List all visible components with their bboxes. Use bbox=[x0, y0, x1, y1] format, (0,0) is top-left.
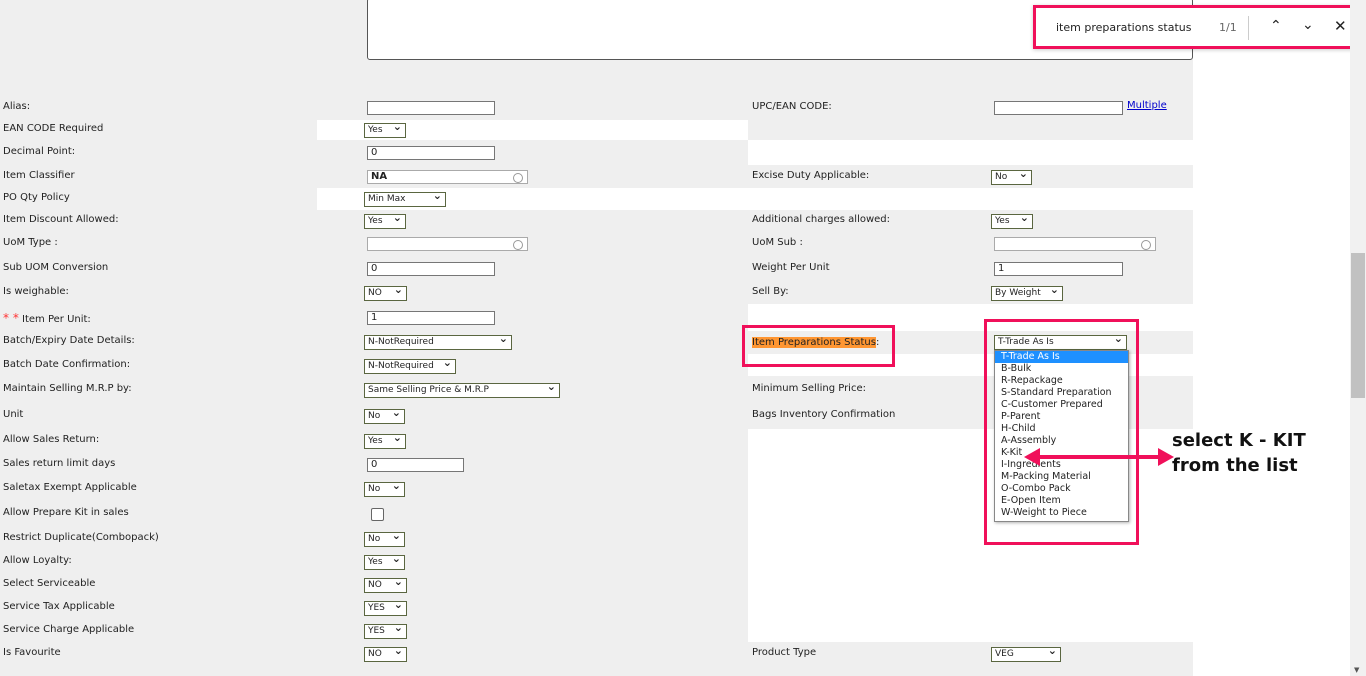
field-label: Unit bbox=[3, 409, 24, 420]
field-label: UPC/EAN CODE: bbox=[752, 101, 832, 112]
field-label: Alias: bbox=[3, 101, 31, 112]
select-dropdown[interactable]: Yes bbox=[364, 120, 406, 138]
select-dropdown[interactable]: Yes bbox=[364, 431, 406, 449]
field-label: Batch Date Confirmation: bbox=[3, 359, 131, 370]
next-match-icon[interactable]: ⌄ bbox=[1302, 17, 1314, 33]
lookup-input[interactable]: NA bbox=[367, 170, 528, 184]
select-dropdown[interactable]: No bbox=[364, 406, 405, 424]
lookup-input[interactable] bbox=[367, 237, 528, 251]
select-dropdown[interactable]: VEG bbox=[991, 644, 1061, 662]
field-label: Sales return limit days bbox=[3, 458, 116, 469]
field-label: Select Serviceable bbox=[3, 578, 96, 589]
field-label: Restrict Duplicate(Combopack) bbox=[3, 532, 159, 543]
annotation-text: select K - KIT from the list bbox=[1172, 430, 1306, 476]
select-dropdown[interactable]: NO bbox=[364, 575, 407, 593]
field-label: Item Classifier bbox=[3, 170, 75, 181]
lookup-icon[interactable] bbox=[1141, 240, 1151, 250]
select-dropdown[interactable]: YES bbox=[364, 621, 407, 639]
field-label: Excise Duty Applicable: bbox=[752, 170, 870, 181]
field-label: Is weighable: bbox=[3, 286, 69, 297]
text-input[interactable]: 0 bbox=[367, 458, 464, 472]
field-label: Is Favourite bbox=[3, 647, 61, 658]
dropdown-highlight-box bbox=[984, 319, 1139, 545]
previous-match-icon[interactable]: ⌃ bbox=[1270, 18, 1282, 34]
divider bbox=[1248, 16, 1249, 40]
select-dropdown[interactable]: No bbox=[991, 167, 1032, 185]
label-highlight-box bbox=[742, 325, 895, 367]
field-label: UoM Type : bbox=[3, 237, 58, 248]
text-input[interactable]: 0 bbox=[367, 262, 495, 276]
field-label: Batch/Expiry Date Details: bbox=[3, 335, 135, 346]
field-label: Allow Loyalty: bbox=[3, 555, 72, 566]
field-label: * * Item Per Unit: bbox=[3, 311, 91, 325]
scroll-down-icon[interactable]: ▼ bbox=[1354, 666, 1359, 674]
text-input[interactable]: 0 bbox=[367, 146, 495, 160]
field-label: Allow Sales Return: bbox=[3, 434, 100, 445]
field-label: EAN CODE Required bbox=[3, 123, 104, 134]
select-dropdown[interactable]: By Weight bbox=[991, 283, 1063, 301]
select-dropdown[interactable]: Yes bbox=[364, 552, 405, 570]
close-icon[interactable]: ✕ bbox=[1334, 17, 1347, 35]
field-label: Saletax Exempt Applicable bbox=[3, 482, 137, 493]
scrollbar-thumb[interactable] bbox=[1351, 253, 1365, 398]
field-label: Additional charges allowed: bbox=[752, 214, 891, 225]
row-bg bbox=[748, 140, 1193, 165]
find-count: 1/1 bbox=[1219, 21, 1237, 34]
field-label: Maintain Selling M.R.P by: bbox=[3, 383, 132, 394]
field-label: Product Type bbox=[752, 647, 817, 658]
field-label: UoM Sub : bbox=[752, 237, 803, 248]
field-label: Service Charge Applicable bbox=[3, 624, 135, 635]
find-query[interactable]: item preparations status bbox=[1056, 21, 1191, 34]
text-input[interactable]: 1 bbox=[367, 311, 495, 325]
text-input[interactable]: 1 bbox=[994, 262, 1123, 276]
lookup-icon[interactable] bbox=[513, 173, 523, 183]
text-input[interactable] bbox=[994, 101, 1123, 115]
field-label: Sell By: bbox=[752, 286, 789, 297]
checkbox[interactable] bbox=[371, 508, 384, 521]
select-dropdown[interactable]: No bbox=[364, 529, 405, 547]
row-bg bbox=[748, 188, 1193, 210]
lookup-icon[interactable] bbox=[513, 240, 523, 250]
double-arrow-icon bbox=[1024, 448, 1174, 466]
text-input[interactable] bbox=[367, 101, 495, 115]
lookup-input[interactable] bbox=[994, 237, 1156, 251]
field-label: Allow Prepare Kit in sales bbox=[3, 507, 129, 518]
select-dropdown[interactable]: Yes bbox=[364, 211, 406, 229]
field-label: Weight Per Unit bbox=[752, 262, 830, 273]
select-dropdown[interactable]: Same Selling Price & M.R.P bbox=[364, 380, 560, 398]
select-dropdown[interactable]: NO bbox=[364, 283, 407, 301]
select-dropdown[interactable]: Yes bbox=[991, 211, 1033, 229]
select-dropdown[interactable]: No bbox=[364, 479, 405, 497]
field-label: Decimal Point: bbox=[3, 146, 76, 157]
field-label: PO Qty Policy bbox=[3, 192, 70, 203]
select-dropdown[interactable]: Min Max bbox=[364, 189, 446, 207]
select-dropdown[interactable]: YES bbox=[364, 598, 407, 616]
multiple-link[interactable]: Multiple bbox=[1127, 100, 1167, 111]
find-bar: item preparations status 1/1 ⌃ ⌄ ✕ bbox=[1033, 5, 1360, 49]
select-dropdown[interactable]: N-NotRequired bbox=[364, 332, 512, 350]
field-label: Sub UOM Conversion bbox=[3, 262, 109, 273]
field-label: Item Discount Allowed: bbox=[3, 214, 119, 225]
field-label: Bags Inventory Confirmation bbox=[752, 409, 896, 420]
field-label: Minimum Selling Price: bbox=[752, 383, 866, 394]
field-label: Service Tax Applicable bbox=[3, 601, 115, 612]
select-dropdown[interactable]: NO bbox=[364, 644, 407, 662]
select-dropdown[interactable]: N-NotRequired bbox=[364, 356, 456, 374]
